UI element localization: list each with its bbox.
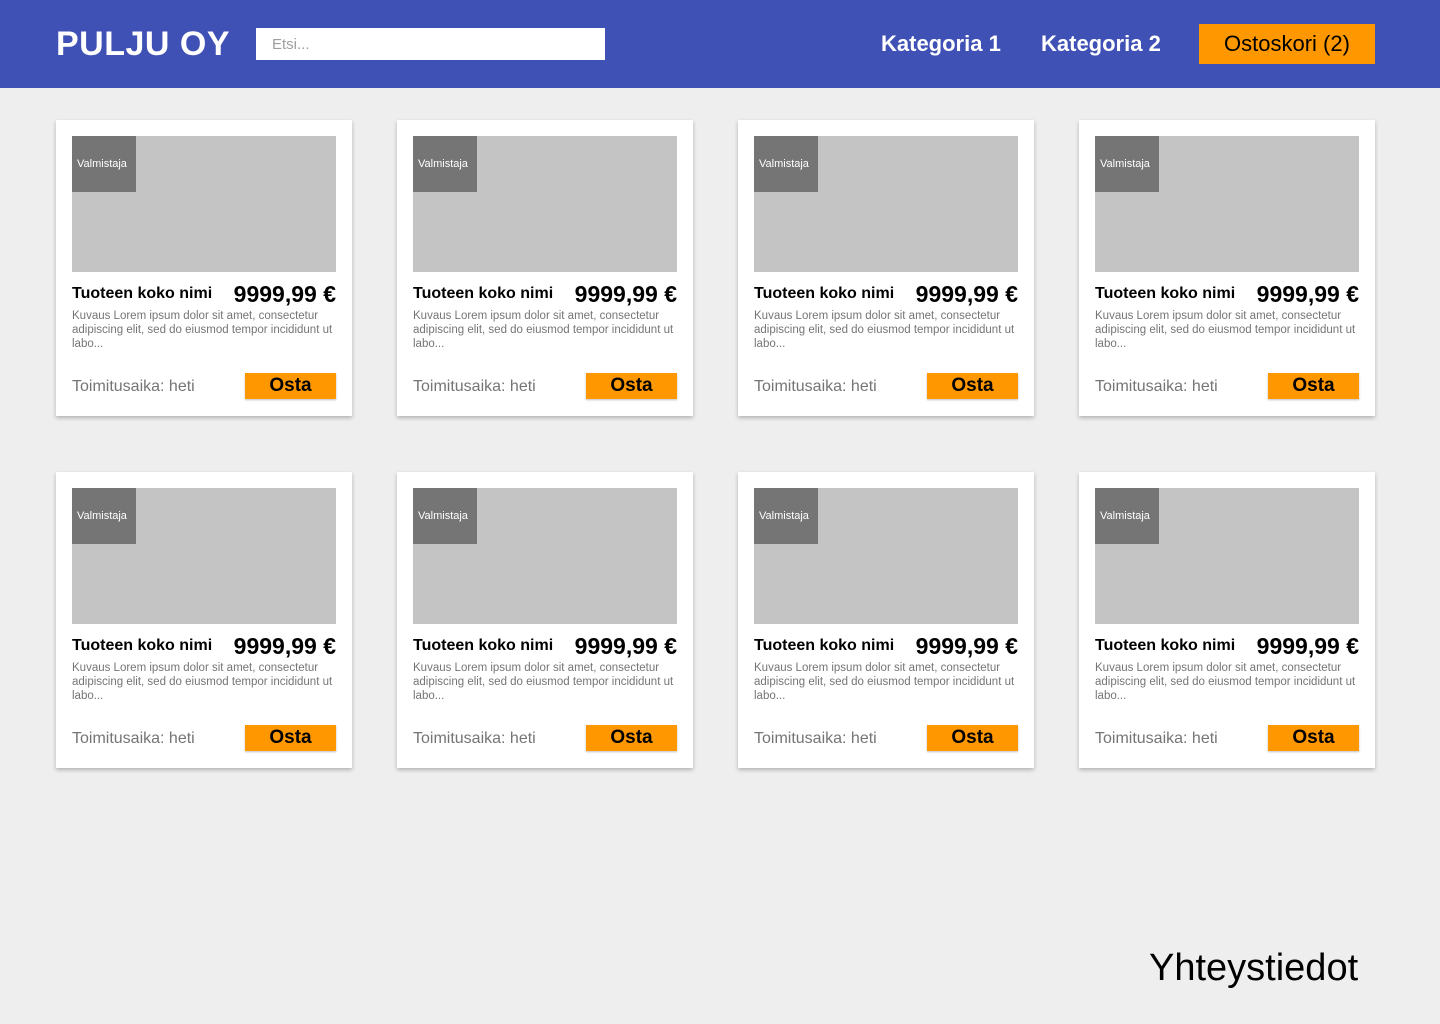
product-description: Kuvaus Lorem ipsum dolor sit amet, conse… [413, 662, 674, 702]
product-card[interactable]: Valmistaja Tuoteen koko nimi 9999,99 € K… [738, 120, 1034, 416]
buy-button[interactable]: Osta [1268, 725, 1359, 751]
maker-badge: Valmistaja [1095, 136, 1159, 192]
nav-link-category-1[interactable]: Kategoria 1 [881, 30, 1001, 58]
maker-badge: Valmistaja [413, 136, 477, 192]
buy-button[interactable]: Osta [245, 725, 336, 751]
delivery-time: Toimitusaika: heti [1095, 378, 1218, 395]
site-logo[interactable]: PULJU OY [56, 24, 230, 64]
product-card[interactable]: Valmistaja Tuoteen koko nimi 9999,99 € K… [397, 120, 693, 416]
product-card[interactable]: Valmistaja Tuoteen koko nimi 9999,99 € K… [56, 472, 352, 768]
buy-button[interactable]: Osta [586, 373, 677, 399]
buy-button[interactable]: Osta [927, 725, 1018, 751]
product-card[interactable]: Valmistaja Tuoteen koko nimi 9999,99 € K… [1079, 472, 1375, 768]
product-price: 9999,99 € [915, 281, 1018, 307]
product-description: Kuvaus Lorem ipsum dolor sit amet, conse… [754, 310, 1015, 350]
cart-button[interactable]: Ostoskori (2) [1199, 24, 1375, 64]
nav-link-category-2[interactable]: Kategoria 2 [1041, 30, 1161, 58]
product-price: 9999,99 € [574, 633, 677, 659]
product-name[interactable]: Tuoteen koko nimi [754, 637, 894, 655]
product-description: Kuvaus Lorem ipsum dolor sit amet, conse… [1095, 662, 1356, 702]
delivery-time: Toimitusaika: heti [1095, 730, 1218, 747]
product-description: Kuvaus Lorem ipsum dolor sit amet, conse… [754, 662, 1015, 702]
product-name[interactable]: Tuoteen koko nimi [754, 285, 894, 303]
product-name[interactable]: Tuoteen koko nimi [72, 285, 212, 303]
product-description: Kuvaus Lorem ipsum dolor sit amet, conse… [413, 310, 674, 350]
maker-badge: Valmistaja [413, 488, 477, 544]
maker-badge: Valmistaja [72, 136, 136, 192]
product-name[interactable]: Tuoteen koko nimi [413, 285, 553, 303]
delivery-time: Toimitusaika: heti [413, 730, 536, 747]
delivery-time: Toimitusaika: heti [754, 730, 877, 747]
buy-button[interactable]: Osta [1268, 373, 1359, 399]
maker-badge: Valmistaja [1095, 488, 1159, 544]
product-name[interactable]: Tuoteen koko nimi [413, 637, 553, 655]
buy-button[interactable]: Osta [586, 725, 677, 751]
product-description: Kuvaus Lorem ipsum dolor sit amet, conse… [72, 662, 333, 702]
product-description: Kuvaus Lorem ipsum dolor sit amet, conse… [1095, 310, 1356, 350]
maker-badge: Valmistaja [72, 488, 136, 544]
product-card[interactable]: Valmistaja Tuoteen koko nimi 9999,99 € K… [738, 472, 1034, 768]
product-price: 9999,99 € [233, 633, 336, 659]
product-card[interactable]: Valmistaja Tuoteen koko nimi 9999,99 € K… [56, 120, 352, 416]
delivery-time: Toimitusaika: heti [754, 378, 877, 395]
product-price: 9999,99 € [1256, 633, 1359, 659]
product-card[interactable]: Valmistaja Tuoteen koko nimi 9999,99 € K… [397, 472, 693, 768]
delivery-time: Toimitusaika: heti [413, 378, 536, 395]
buy-button[interactable]: Osta [245, 373, 336, 399]
maker-badge: Valmistaja [754, 136, 818, 192]
product-name[interactable]: Tuoteen koko nimi [1095, 637, 1235, 655]
product-price: 9999,99 € [233, 281, 336, 307]
product-description: Kuvaus Lorem ipsum dolor sit amet, conse… [72, 310, 333, 350]
buy-button[interactable]: Osta [927, 373, 1018, 399]
delivery-time: Toimitusaika: heti [72, 730, 195, 747]
product-name[interactable]: Tuoteen koko nimi [72, 637, 212, 655]
product-price: 9999,99 € [574, 281, 677, 307]
maker-badge: Valmistaja [754, 488, 818, 544]
product-name[interactable]: Tuoteen koko nimi [1095, 285, 1235, 303]
search-input[interactable] [256, 28, 605, 60]
product-price: 9999,99 € [915, 633, 1018, 659]
top-bar: PULJU OY Kategoria 1 Kategoria 2 Ostosko… [0, 0, 1440, 88]
delivery-time: Toimitusaika: heti [72, 378, 195, 395]
product-card[interactable]: Valmistaja Tuoteen koko nimi 9999,99 € K… [1079, 120, 1375, 416]
product-price: 9999,99 € [1256, 281, 1359, 307]
contact-link[interactable]: Yhteystiedot [1149, 946, 1358, 990]
